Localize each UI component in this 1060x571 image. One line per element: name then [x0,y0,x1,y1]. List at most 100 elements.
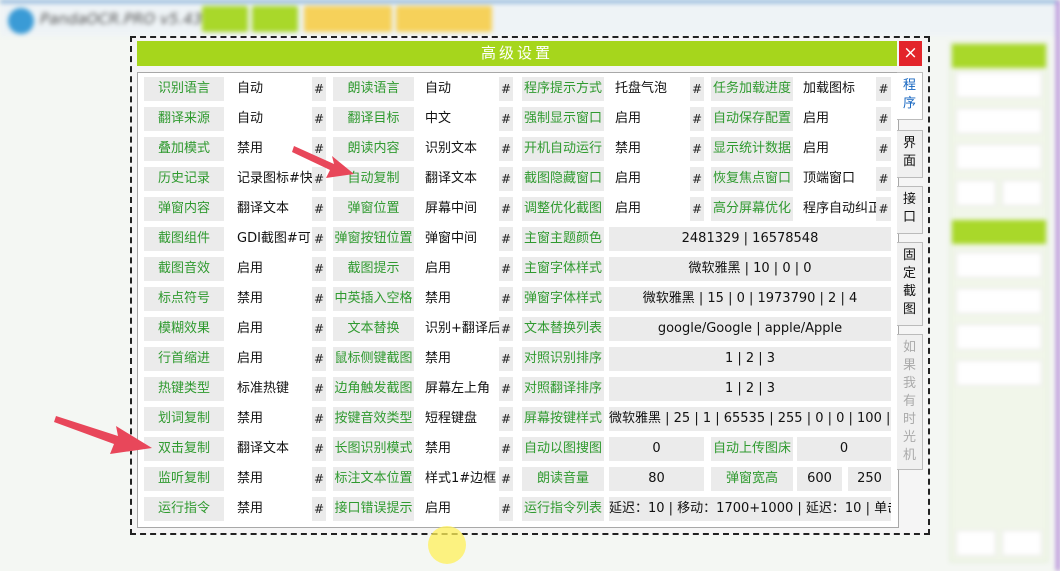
setting-value-field[interactable]: 微软雅黑 | 25 | 1 | 65535 | 255 | 0 | 0 | 10… [609,407,891,431]
hash-button[interactable]: # [690,137,704,161]
tab-interface[interactable]: 界面 [897,130,923,178]
hash-button[interactable]: # [876,137,891,161]
hash-button[interactable]: # [312,107,326,131]
setting-value-field[interactable]: 禁用 [419,287,499,311]
side-button[interactable] [1002,180,1042,206]
toolbar-button-4[interactable] [396,6,492,32]
setting-value-field[interactable]: 禁用 [231,407,312,431]
hash-button[interactable]: # [499,497,513,521]
hash-button[interactable]: # [499,347,513,371]
setting-value-field[interactable]: 禁用 [231,287,312,311]
toolbar-button-2[interactable] [252,6,298,32]
setting-value-field[interactable]: 延迟：10 | 移动：1700+1000 | 延迟：10 | 单击：1 | [609,497,891,521]
tab-time-machine[interactable]: 如果我有时光机 [897,334,923,470]
setting-value-field[interactable]: 禁用 [231,137,312,161]
hash-button[interactable]: # [312,287,326,311]
setting-value-field[interactable]: 微软雅黑 | 10 | 0 | 0 [609,257,891,281]
setting-value-field[interactable]: 启用 [609,197,690,221]
hash-button[interactable]: # [499,317,513,341]
setting-value-field[interactable]: 程序自动纠正 [797,197,876,221]
setting-value-field[interactable]: 禁用 [231,497,312,521]
setting-value-field[interactable]: 1 | 2 | 3 [609,377,891,401]
setting-value-field[interactable]: 顶端窗口 [797,167,876,191]
side-button[interactable] [956,530,996,556]
setting-value-field[interactable]: 翻译文本 [231,437,312,461]
setting-value-field[interactable]: 加载图标 [797,77,876,101]
hash-button[interactable]: # [499,137,513,161]
hash-button[interactable]: # [499,467,513,491]
hash-button[interactable]: # [312,407,326,431]
hash-button[interactable]: # [499,437,513,461]
hash-button[interactable]: # [312,317,326,341]
tab-program[interactable]: 程序 [897,72,923,120]
toolbar-button-3[interactable] [304,6,392,32]
setting-value-field[interactable]: 短程键盘 [419,407,499,431]
setting-value-field[interactable]: 托盘气泡 [609,77,690,101]
setting-value-field[interactable]: 屏幕左上角 [419,377,499,401]
setting-value-field[interactable]: GDI截图#可 [231,227,312,251]
hash-button[interactable]: # [499,77,513,101]
hash-button[interactable]: # [499,107,513,131]
side-button[interactable] [956,108,1042,134]
setting-value-field[interactable]: 自动 [231,77,312,101]
hash-button[interactable]: # [499,287,513,311]
side-button[interactable] [956,72,1042,98]
setting-value-field[interactable]: 翻译文本 [231,197,312,221]
setting-value-field[interactable]: 禁用 [609,137,690,161]
setting-value-field[interactable]: 禁用 [419,347,499,371]
side-button[interactable] [956,180,996,206]
setting-value-field[interactable]: 识别文本 [419,137,499,161]
side-button[interactable] [956,288,1042,314]
setting-value-field[interactable]: 启用 [419,257,499,281]
setting-value-field[interactable]: 标准热键 [231,377,312,401]
setting-number-field[interactable]: 250 [848,467,891,491]
setting-number-field[interactable]: 0 [609,437,704,461]
setting-value-field[interactable]: 启用 [797,137,876,161]
hash-button[interactable]: # [499,197,513,221]
setting-value-field[interactable]: 启用 [231,317,312,341]
hash-button[interactable]: # [312,437,326,461]
setting-value-field[interactable]: 屏幕中间 [419,197,499,221]
hash-button[interactable]: # [312,257,326,281]
hash-button[interactable]: # [876,197,891,221]
setting-value-field[interactable]: 2481329 | 16578548 [609,227,891,251]
hash-button[interactable]: # [690,77,704,101]
side-button[interactable] [956,144,1042,170]
hash-button[interactable]: # [690,197,704,221]
side-button[interactable] [956,360,1042,386]
setting-value-field[interactable]: 记录图标#快 [231,167,312,191]
setting-value-field[interactable]: 启用 [231,257,312,281]
hash-button[interactable]: # [312,77,326,101]
setting-value-field[interactable]: 自动 [419,77,499,101]
setting-value-field[interactable]: 识别+翻译后 [419,317,499,341]
toolbar-button-1[interactable] [202,6,248,32]
setting-value-field[interactable]: google/Google | apple/Apple [609,317,891,341]
hash-button[interactable]: # [312,497,326,521]
setting-value-field[interactable]: 中文 [419,107,499,131]
setting-value-field[interactable]: 样式1#边框 [419,467,499,491]
hash-button[interactable]: # [312,167,326,191]
hash-button[interactable]: # [312,467,326,491]
hash-button[interactable]: # [876,107,891,131]
tab-api[interactable]: 接口 [897,186,923,234]
hash-button[interactable]: # [312,377,326,401]
setting-number-field[interactable]: 0 [797,437,891,461]
setting-value-field[interactable]: 启用 [609,107,690,131]
hash-button[interactable]: # [312,197,326,221]
setting-value-field[interactable]: 启用 [419,497,499,521]
tab-pinned-screenshot[interactable]: 固定截图 [897,242,923,326]
setting-number-field[interactable]: 80 [609,467,704,491]
setting-value-field[interactable]: 1 | 2 | 3 [609,347,891,371]
setting-value-field[interactable]: 自动 [231,107,312,131]
setting-value-field[interactable]: 启用 [797,107,876,131]
setting-value-field[interactable]: 禁用 [419,437,499,461]
hash-button[interactable]: # [876,77,891,101]
hash-button[interactable]: # [499,167,513,191]
hash-button[interactable]: # [876,167,891,191]
setting-value-field[interactable]: 翻译文本 [419,167,499,191]
hash-button[interactable]: # [690,167,704,191]
hash-button[interactable]: # [499,377,513,401]
hash-button[interactable]: # [312,137,326,161]
hash-button[interactable]: # [312,227,326,251]
setting-value-field[interactable]: 弹窗中间 [419,227,499,251]
